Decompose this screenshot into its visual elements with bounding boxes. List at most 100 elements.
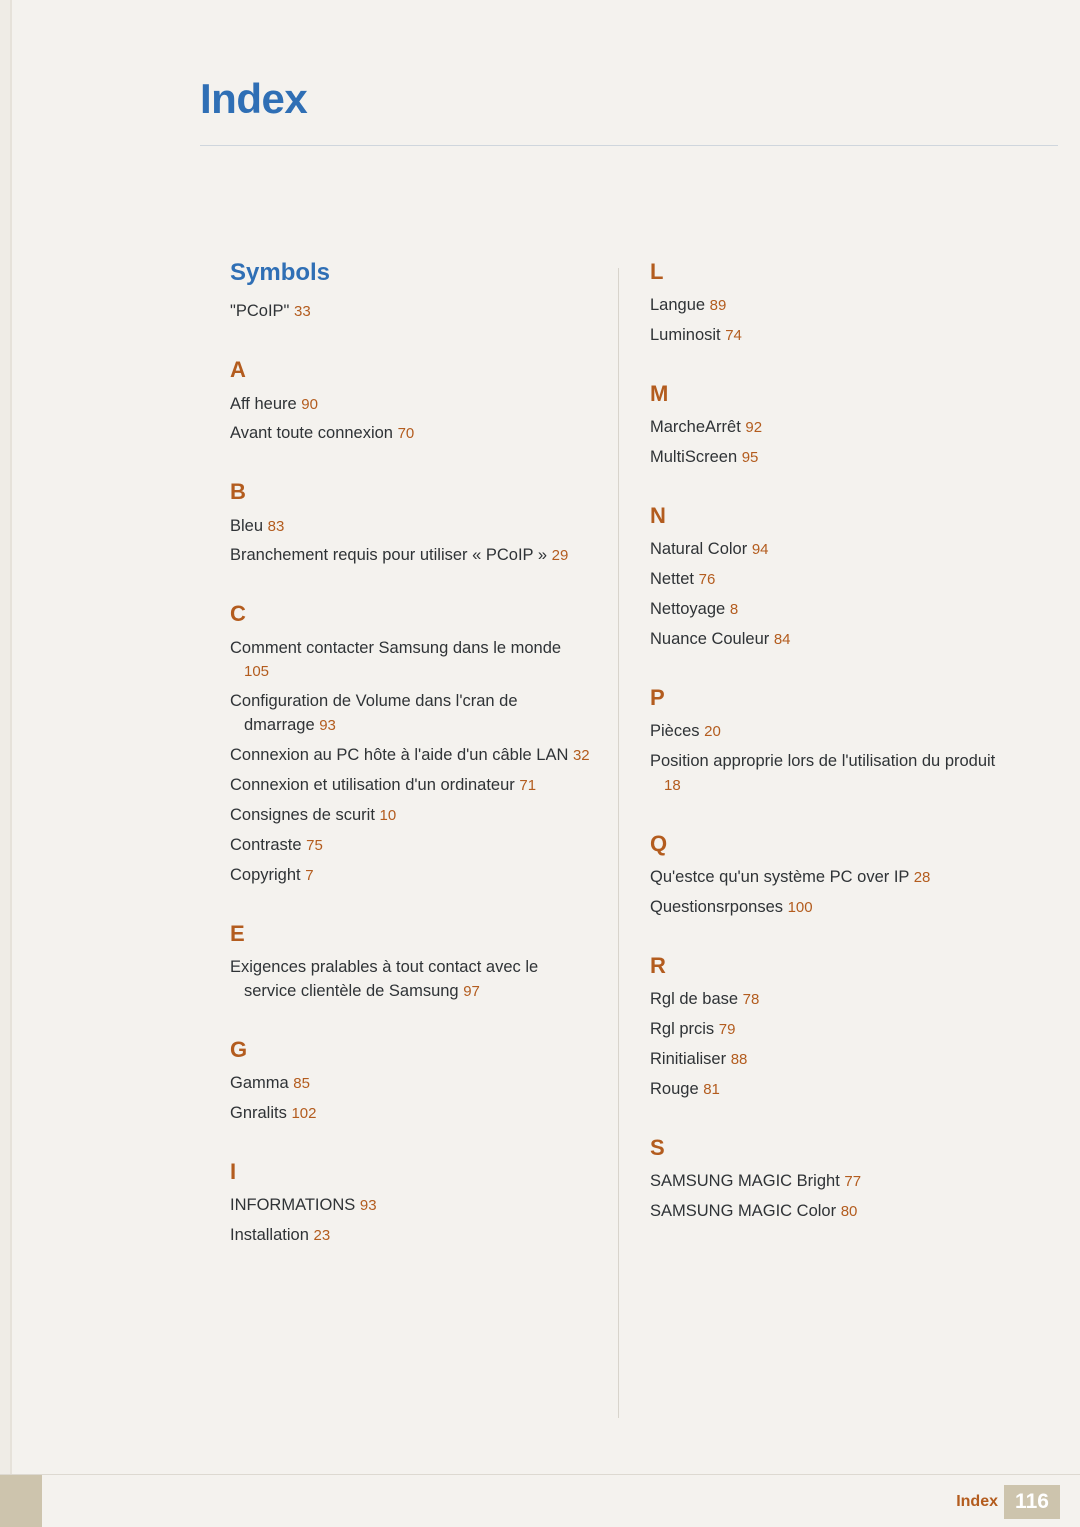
index-entry-line: MarcheArrêt 92 (650, 416, 1010, 440)
index-entry[interactable]: Connexion et utilisation d'un ordinateur… (230, 774, 590, 798)
index-entry[interactable]: Nettoyage 8 (650, 598, 1010, 622)
index-entry[interactable]: Natural Color 94 (650, 538, 1010, 562)
index-entry-page: 83 (267, 517, 285, 535)
index-entry-line: SAMSUNG MAGIC Bright 77 (650, 1170, 1010, 1194)
index-entry-text: Bleu (230, 516, 264, 535)
index-entry-page: 100 (787, 899, 813, 916)
index-entry-text: Qu'estce qu'un système PC over IP (650, 868, 910, 887)
index-entry[interactable]: "PCoIP" 33 (230, 300, 590, 324)
index-entry-page: 75 (306, 837, 323, 855)
index-column-right: L Langue 89 Luminosit 74 M MarcheArrêt 92 Mul… (650, 259, 1040, 1230)
index-entry[interactable]: Rouge 81 (650, 1078, 1010, 1102)
index-entry[interactable]: Configuration de Volume dans l'cran de d… (230, 690, 590, 738)
index-letter-heading: A (230, 357, 246, 383)
index-entry-line: Questionsrponses 100 (650, 896, 1010, 920)
index-entry[interactable]: Comment contacter Samsung dans le monde … (230, 637, 590, 685)
index-entry-text: Luminosit (650, 326, 721, 345)
index-entry[interactable]: Branchement requis pour utiliser « PCoIP… (230, 544, 590, 568)
index-letter-heading: I (230, 1158, 237, 1184)
index-entry[interactable]: Langue 89 (650, 294, 1010, 318)
index-entry[interactable]: Copyright 7 (230, 864, 590, 888)
index-entry[interactable]: Qu'estce qu'un système PC over IP 28 (650, 866, 1010, 890)
index-entry-text: Rgl prcis (650, 1020, 715, 1039)
index-entry[interactable]: Aff heure 90 (230, 393, 590, 417)
index-entry-page: 89 (709, 297, 727, 315)
index-entry-text: Connexion et utilisation d'un ordinateur (230, 776, 515, 795)
index-entry-page: 10 (379, 807, 397, 825)
index-entry-page: 81 (703, 1080, 720, 1098)
index-entry-page: 93 (359, 1197, 377, 1215)
index-entry-line: "PCoIP" 33 (230, 300, 590, 324)
index-entry[interactable]: Questionsrponses 100 (650, 896, 1010, 920)
index-letter-heading: G (230, 1036, 248, 1062)
index-entry-line: Position approprie lors de l'utilisation… (650, 750, 1010, 798)
index-entry[interactable]: Nuance Couleur 84 (650, 628, 1010, 652)
index-entry[interactable]: Gamma 85 (230, 1072, 590, 1096)
index-entry-text: MultiScreen (650, 448, 738, 467)
index-column-left: Symbols "PCoIP" 33 A Aff heure 90 Avant tout… (230, 259, 620, 1254)
index-entry-page: 71 (519, 777, 537, 795)
index-entry[interactable]: Position approprie lors de l'utilisation… (650, 750, 1010, 798)
index-entry-page: 77 (844, 1172, 862, 1190)
index-entry[interactable]: Rgl de base 78 (650, 988, 1010, 1012)
index-entry-text: Rinitialiser (650, 1049, 727, 1068)
index-entry-page: 84 (773, 631, 791, 649)
footer-label: Index (956, 1493, 998, 1510)
index-entry-page: 85 (293, 1075, 310, 1093)
page-left-edge-line (10, 0, 12, 1527)
index-entry[interactable]: MultiScreen 95 (650, 446, 1010, 470)
index-letter-heading: L (650, 259, 664, 284)
index-entry-text: Consignes de scurit (230, 806, 375, 825)
index-entry[interactable]: INFORMATIONS 93 (230, 1194, 590, 1218)
index-entry-text: Installation (230, 1226, 309, 1245)
index-entry-line: Nuance Couleur 84 (650, 628, 1010, 652)
index-entry-line: INFORMATIONS 93 (230, 1194, 590, 1218)
index-entry-page: 7 (305, 866, 314, 884)
index-entry-line: Rgl de base 78 (650, 988, 1010, 1012)
index-entry[interactable]: Luminosit 74 (650, 324, 1010, 348)
index-entry[interactable]: Avant toute connexion 70 (230, 422, 590, 446)
index-entry-page: 93 (319, 717, 336, 735)
index-entry-page: 102 (291, 1105, 317, 1122)
index-entry[interactable]: SAMSUNG MAGIC Bright 77 (650, 1170, 1010, 1194)
index-letter-heading: C (230, 601, 246, 627)
index-entry[interactable]: Gnralits 102 (230, 1102, 590, 1126)
index-entry[interactable]: Contraste 75 (230, 834, 590, 858)
index-entry-text: SAMSUNG MAGIC Color (650, 1201, 837, 1220)
index-entry-line: Pièces 20 (650, 720, 1010, 744)
index-page: Index Symbols "PCoIP" 33 A Aff heure 90 Avan… (0, 0, 1080, 1527)
index-entry-page: 79 (718, 1021, 736, 1039)
index-entry[interactable]: Pièces 20 (650, 720, 1010, 744)
index-entry[interactable]: MarcheArrêt 92 (650, 416, 1010, 440)
index-entry-text: Comment contacter Samsung dans le monde (230, 638, 562, 657)
index-entry-page: 32 (572, 747, 590, 765)
index-letter-heading: E (230, 920, 245, 946)
index-entry-line: Gnralits 102 (230, 1102, 590, 1126)
index-entry-text: Contraste (230, 836, 302, 855)
index-entry-line: Rgl prcis 79 (650, 1018, 1010, 1042)
index-entry-page: 28 (913, 869, 931, 887)
index-letter-heading: R (650, 952, 666, 978)
page-header: Index (200, 78, 1060, 120)
index-entry[interactable]: Rgl prcis 79 (650, 1018, 1010, 1042)
index-entry-line: Langue 89 (650, 294, 1010, 318)
index-entry-text: Natural Color (650, 540, 748, 559)
index-entry[interactable]: Connexion au PC hôte à l'aide d'un câble… (230, 744, 590, 768)
index-entry-text: Gamma (230, 1074, 289, 1093)
index-entry-text: Rgl de base (650, 990, 739, 1009)
index-entry[interactable]: Exigences pralables à tout contact avec … (230, 956, 590, 1004)
index-entry-line: Consignes de scurit 10 (230, 804, 590, 828)
index-entry[interactable]: Installation 23 (230, 1224, 590, 1248)
index-entry-line: Installation 23 (230, 1224, 590, 1248)
index-entry[interactable]: Bleu 83 (230, 515, 590, 539)
index-entry-page: 8 (729, 601, 739, 619)
index-entry-text: "PCoIP" (230, 302, 290, 321)
index-letter-heading: P (650, 684, 665, 710)
index-entry-text: Langue (650, 296, 706, 315)
index-entry[interactable]: Consignes de scurit 10 (230, 804, 590, 828)
index-entry-page: 20 (704, 723, 721, 741)
index-entry[interactable]: Nettet 76 (650, 568, 1010, 592)
index-entry[interactable]: Rinitialiser 88 (650, 1048, 1010, 1072)
index-entry[interactable]: SAMSUNG MAGIC Color 80 (650, 1200, 1010, 1224)
index-entry-page: 92 (745, 419, 763, 437)
